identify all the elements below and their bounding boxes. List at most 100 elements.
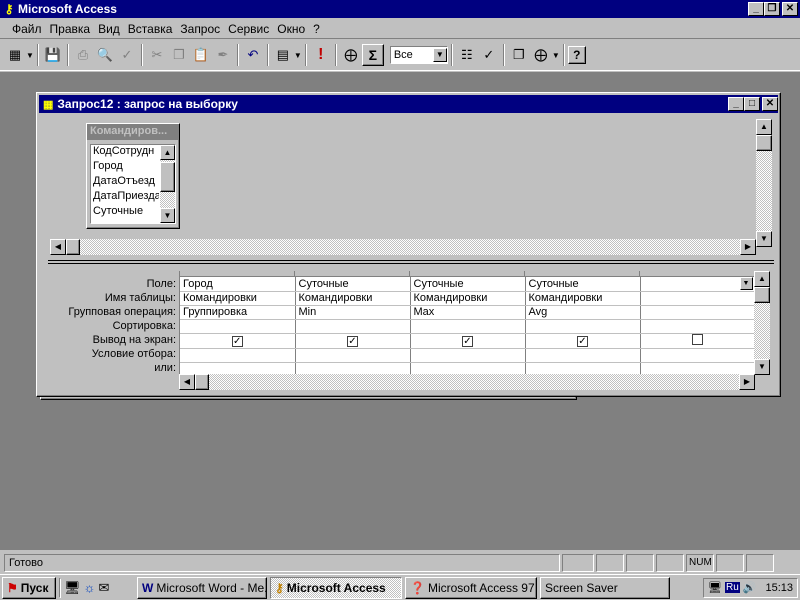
run-icon[interactable]: ! (310, 44, 332, 66)
grid-cell[interactable]: Группировка (180, 305, 296, 320)
save-icon[interactable]: 💾 (42, 44, 64, 66)
grid-cell[interactable]: Суточные (410, 277, 526, 292)
grid-cell[interactable] (640, 291, 755, 306)
paste-icon[interactable]: 📋 (190, 44, 212, 66)
cut-icon[interactable]: ✂ (146, 44, 168, 66)
field-list-scrollbar[interactable]: ▲ ▼ (160, 145, 175, 223)
upper-hscrollbar[interactable]: ◀ ▶ (50, 239, 756, 255)
monitor-icon[interactable]: 🖥 (708, 581, 722, 594)
grid-cell[interactable] (410, 319, 526, 334)
chevron-down-icon[interactable]: ▼ (739, 277, 753, 290)
menu-file[interactable]: Файл (8, 22, 46, 36)
database-window-icon[interactable]: ❐ (508, 44, 530, 66)
top-values-combo[interactable]: Все ▼ (389, 46, 448, 64)
grid-cell[interactable] (525, 348, 641, 363)
grid-cell[interactable]: Командировки (180, 291, 296, 306)
grid-cell[interactable] (410, 348, 526, 363)
grid-cell[interactable] (180, 319, 296, 334)
field-list-item[interactable]: КодСотрудн (91, 145, 159, 160)
speaker-icon[interactable]: 🔊 (743, 581, 757, 594)
start-button[interactable]: ⚑ Пуск (2, 576, 56, 599)
menu-edit[interactable]: Правка (46, 22, 95, 36)
language-indicator[interactable]: Ru (724, 582, 740, 593)
properties-icon[interactable]: ☷ (456, 44, 478, 66)
grid-vscrollbar[interactable]: ▲ ▼ (754, 271, 770, 375)
grid-cell[interactable]: Max (410, 305, 526, 320)
grid-cell[interactable] (525, 319, 641, 334)
close-button[interactable]: ✕ (782, 2, 798, 16)
query-type-icon[interactable]: ▤ (272, 44, 294, 66)
restore-button[interactable]: ❐ (764, 2, 780, 16)
grid-cell[interactable]: Avg (525, 305, 641, 320)
scroll-down-icon[interactable]: ▼ (160, 208, 175, 223)
show-checkbox[interactable]: ✓ (462, 335, 473, 347)
view-icon[interactable]: ▦ (4, 44, 26, 66)
browser-icon[interactable]: ☼ (84, 580, 96, 596)
scroll-up-icon[interactable]: ▲ (754, 271, 770, 287)
scroll-down-icon[interactable]: ▼ (754, 359, 770, 375)
scroll-left-icon[interactable]: ◀ (179, 374, 195, 390)
help-icon[interactable]: ? (567, 46, 586, 64)
field-list-item[interactable]: ДатаПриезда (91, 190, 159, 205)
field-list-item[interactable]: ДатаОтъезд (91, 175, 159, 190)
scroll-up-icon[interactable]: ▲ (160, 145, 175, 160)
print-icon[interactable]: ⎙ (72, 44, 94, 66)
grid-cell[interactable]: Суточные (295, 277, 411, 292)
grid-cell[interactable]: Командировки (295, 291, 411, 306)
build-icon[interactable]: ✓ (478, 44, 500, 66)
copy-icon[interactable]: ❐ (168, 44, 190, 66)
menu-insert[interactable]: Вставка (124, 22, 177, 36)
chevron-down-icon[interactable]: ▼ (432, 48, 447, 62)
spelling-icon[interactable]: ✓ (116, 44, 138, 66)
query-minimize-button[interactable]: _ (728, 97, 744, 111)
show-checkbox[interactable]: ✓ (347, 335, 358, 347)
grid-cell[interactable] (640, 319, 755, 334)
table-box[interactable]: Командиров... КодСотрудн Город ДатаОтъез… (86, 123, 180, 229)
scroll-down-icon[interactable]: ▼ (756, 231, 772, 247)
grid-cell[interactable] (640, 305, 755, 320)
outlook-icon[interactable]: ✉ (98, 580, 109, 596)
grid-cell-dropdown[interactable]: ▼ (640, 277, 755, 292)
task-access97[interactable]: ❓ Microsoft Access 97 (405, 576, 537, 599)
undo-icon[interactable]: ↶ (242, 44, 264, 66)
grid-cell[interactable] (180, 348, 296, 363)
menu-tools[interactable]: Сервис (224, 22, 273, 36)
grid-cell[interactable] (295, 319, 411, 334)
grid-cell[interactable] (640, 348, 755, 363)
grid-cell[interactable]: Командировки (525, 291, 641, 306)
desktop-icon[interactable]: 🖥 (64, 580, 81, 596)
grid-cell[interactable]: Командировки (410, 291, 526, 306)
table-box-title[interactable]: Командиров... (87, 124, 179, 140)
scroll-right-icon[interactable]: ▶ (740, 239, 756, 255)
grid-cell[interactable] (295, 348, 411, 363)
grid-cell[interactable]: Город (180, 277, 296, 292)
task-word[interactable]: W Microsoft Word - Me... (137, 576, 267, 599)
menu-view[interactable]: Вид (94, 22, 124, 36)
new-object-icon[interactable]: ⨁ (530, 44, 552, 66)
grid-cell[interactable]: Min (295, 305, 411, 320)
scroll-left-icon[interactable]: ◀ (50, 239, 66, 255)
scroll-up-icon[interactable]: ▲ (756, 119, 772, 135)
menu-query[interactable]: Запрос (176, 22, 224, 36)
field-list-item[interactable]: Суточные (91, 205, 159, 220)
minimize-button[interactable]: _ (748, 2, 764, 16)
grid-cell[interactable]: Суточные (525, 277, 641, 292)
query-maximize-button[interactable]: □ (744, 97, 760, 111)
scroll-right-icon[interactable]: ▶ (739, 374, 755, 390)
pane-splitter[interactable] (48, 260, 774, 264)
print-preview-icon[interactable]: 🔍 (94, 44, 116, 66)
field-list-item[interactable]: Город (91, 160, 159, 175)
show-table-icon[interactable]: ⨁ (340, 44, 362, 66)
menu-window[interactable]: Окно (273, 22, 309, 36)
format-painter-icon[interactable]: ✒ (212, 44, 234, 66)
grid-hscrollbar[interactable]: ◀ ▶ (179, 374, 755, 390)
query-close-button[interactable]: ✕ (762, 97, 778, 111)
totals-icon[interactable]: Σ (361, 44, 384, 66)
show-checkbox[interactable] (692, 333, 703, 345)
task-screensaver[interactable]: Screen Saver (540, 576, 670, 599)
task-access-active[interactable]: ⚷ Microsoft Access (270, 576, 402, 599)
show-checkbox[interactable]: ✓ (577, 335, 588, 347)
show-checkbox[interactable]: ✓ (231, 335, 243, 347)
upper-vscrollbar[interactable]: ▲ ▼ (756, 119, 772, 247)
menu-help[interactable]: ? (309, 22, 324, 36)
